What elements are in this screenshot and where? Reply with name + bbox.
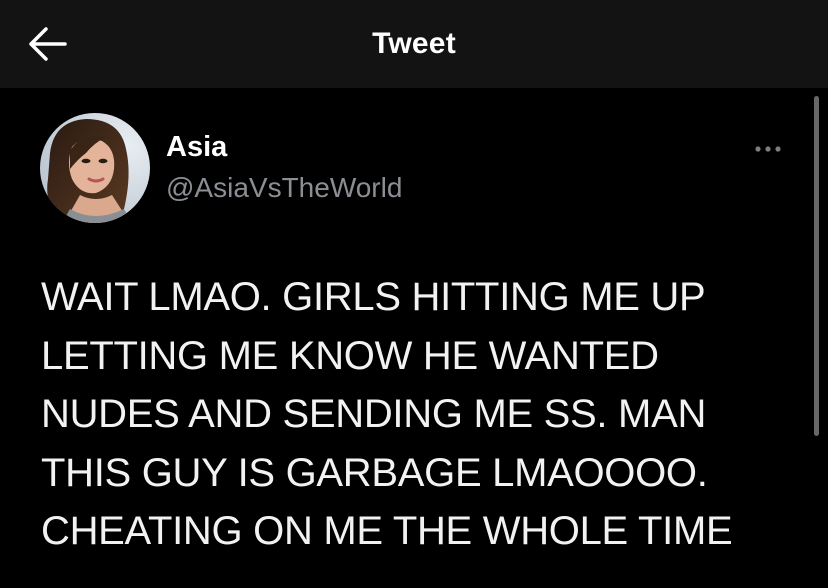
- tweet-text-line: NUDES AND SENDING ME SS. MAN: [41, 392, 707, 436]
- tweet-text-line: LETTING ME KNOW HE WANTED: [41, 333, 659, 378]
- tweet-text-line: CHEATING ON ME THE WHOLE TIME: [41, 509, 733, 553]
- author-display-name[interactable]: Asia: [166, 131, 227, 164]
- scrollbar[interactable]: [814, 96, 819, 436]
- tweet-text-line: WAIT LMAO. GIRLS HITTING ME UP: [41, 275, 706, 319]
- tweet-text: WAIT LMAO. GIRLS HITTING ME UP LETTING M…: [41, 268, 801, 561]
- tweet-screen: Tweet Asia @AsiaVsTheWorld WAIT LMAO. GI…: [0, 0, 828, 588]
- author-handle[interactable]: @AsiaVsTheWorld: [166, 172, 402, 204]
- top-nav-bar: Tweet: [0, 0, 828, 88]
- more-options-button[interactable]: [752, 140, 788, 158]
- page-title: Tweet: [372, 27, 456, 60]
- avatar[interactable]: [40, 113, 150, 223]
- ellipsis-icon: [755, 146, 781, 152]
- tweet-text-line: THIS GUY IS GARBAGE LMAOOOO.: [41, 450, 708, 495]
- profile-photo-icon: [40, 113, 150, 223]
